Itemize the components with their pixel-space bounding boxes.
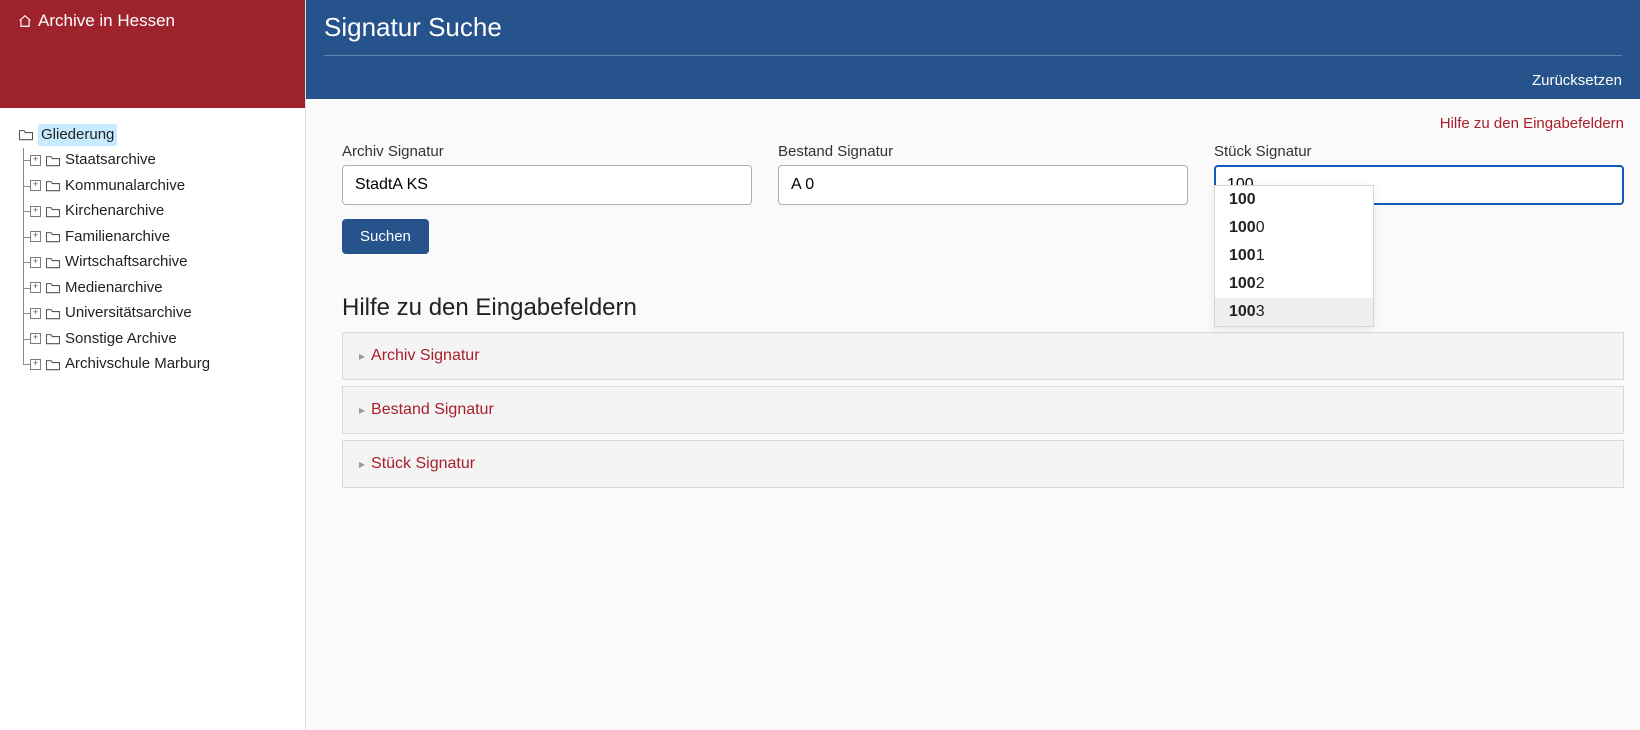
tree-root[interactable]: Gliederung (10, 122, 299, 148)
accordion-item-stueck-signatur[interactable]: ▸ Stück Signatur (342, 440, 1624, 488)
tree-item-archivschule-marburg[interactable]: Archivschule Marburg (10, 352, 299, 378)
expand-icon[interactable] (30, 206, 41, 217)
tree-item-label: Universitätsarchive (65, 302, 192, 325)
sidebar-title[interactable]: Archive in Hessen (18, 12, 175, 29)
folder-icon (18, 128, 34, 141)
tree-item-label: Familienarchive (65, 226, 170, 249)
tree-item-kirchenarchive[interactable]: Kirchenarchive (10, 199, 299, 225)
header-toolbar: Zurücksetzen (324, 70, 1622, 99)
tree-item-label: Archivschule Marburg (65, 353, 210, 376)
folder-icon (45, 230, 61, 243)
autocomplete-option[interactable]: 1000 (1215, 214, 1373, 242)
page-title: Signatur Suche (324, 12, 1622, 56)
field-label: Archiv Signatur (342, 143, 752, 160)
search-form: Archiv Signatur Bestand Signatur Stück S… (342, 143, 1624, 205)
autocomplete-option[interactable]: 1003 (1215, 298, 1373, 326)
folder-icon (45, 358, 61, 371)
help-section-title: Hilfe zu den Eingabefeldern (342, 294, 1624, 322)
help-accordion: ▸ Archiv Signatur ▸ Bestand Signatur ▸ S… (342, 332, 1624, 488)
autocomplete-option[interactable]: 1002 (1215, 270, 1373, 298)
caret-right-icon: ▸ (359, 457, 365, 471)
tree-item-medienarchive[interactable]: Medienarchive (10, 275, 299, 301)
sidebar-title-text: Archive in Hessen (38, 12, 175, 29)
folder-icon (45, 179, 61, 192)
reset-link[interactable]: Zurücksetzen (1532, 72, 1622, 89)
home-icon (18, 14, 32, 28)
accordion-item-label: Stück Signatur (371, 455, 475, 473)
help-link[interactable]: Hilfe zu den Eingabefeldern (1440, 115, 1624, 132)
field-label: Bestand Signatur (778, 143, 1188, 160)
expand-icon[interactable] (30, 180, 41, 191)
caret-right-icon: ▸ (359, 403, 365, 417)
archiv-signatur-input[interactable] (342, 165, 752, 205)
field-stueck-signatur: Stück Signatur 100 1000 1001 1002 1003 (1214, 143, 1624, 205)
bestand-signatur-input[interactable] (778, 165, 1188, 205)
folder-icon (45, 205, 61, 218)
tree-item-label: Medienarchive (65, 277, 163, 300)
tree-item-sonstige-archive[interactable]: Sonstige Archive (10, 326, 299, 352)
navigation-tree: Gliederung Staatsarchive Kommunalarc (0, 108, 305, 383)
expand-icon[interactable] (30, 308, 41, 319)
search-button[interactable]: Suchen (342, 219, 429, 254)
folder-icon (45, 154, 61, 167)
tree-item-label: Staatsarchive (65, 149, 156, 172)
tree-item-universitaetsarchive[interactable]: Universitätsarchive (10, 301, 299, 327)
tree-item-label: Sonstige Archive (65, 328, 177, 351)
main-content: Signatur Suche Zurücksetzen Hilfe zu den… (306, 0, 1640, 730)
page-header: Signatur Suche Zurücksetzen (306, 0, 1640, 99)
tree-item-label: Kommunalarchive (65, 175, 185, 198)
field-bestand-signatur: Bestand Signatur (778, 143, 1188, 205)
help-link-top: Hilfe zu den Eingabefeldern (342, 115, 1624, 133)
caret-right-icon: ▸ (359, 349, 365, 363)
accordion-item-bestand-signatur[interactable]: ▸ Bestand Signatur (342, 386, 1624, 434)
folder-icon (45, 256, 61, 269)
sidebar-header: Archive in Hessen (0, 0, 305, 108)
expand-icon[interactable] (30, 155, 41, 166)
tree-item-label: Kirchenarchive (65, 200, 164, 223)
accordion-item-label: Bestand Signatur (371, 401, 494, 419)
tree-root-label: Gliederung (38, 124, 117, 147)
tree-item-familienarchive[interactable]: Familienarchive (10, 224, 299, 250)
tree-item-staatsarchive[interactable]: Staatsarchive (10, 148, 299, 174)
autocomplete-dropdown: 100 1000 1001 1002 1003 (1214, 185, 1374, 327)
tree-item-kommunalarchive[interactable]: Kommunalarchive (10, 173, 299, 199)
expand-icon[interactable] (30, 333, 41, 344)
accordion-item-label: Archiv Signatur (371, 347, 480, 365)
tree-children: Staatsarchive Kommunalarchive Kirchenarc… (10, 148, 299, 378)
field-archiv-signatur: Archiv Signatur (342, 143, 752, 205)
sidebar: Archive in Hessen Gliederung (0, 0, 306, 730)
folder-icon (45, 307, 61, 320)
autocomplete-option[interactable]: 100 (1215, 186, 1373, 214)
expand-icon[interactable] (30, 257, 41, 268)
expand-icon[interactable] (30, 359, 41, 370)
accordion-item-archiv-signatur[interactable]: ▸ Archiv Signatur (342, 332, 1624, 380)
autocomplete-option[interactable]: 1001 (1215, 242, 1373, 270)
tree-item-label: Wirtschaftsarchive (65, 251, 188, 274)
expand-icon[interactable] (30, 231, 41, 242)
tree-item-wirtschaftsarchive[interactable]: Wirtschaftsarchive (10, 250, 299, 276)
folder-icon (45, 332, 61, 345)
expand-icon[interactable] (30, 282, 41, 293)
folder-icon (45, 281, 61, 294)
field-label: Stück Signatur (1214, 143, 1624, 160)
